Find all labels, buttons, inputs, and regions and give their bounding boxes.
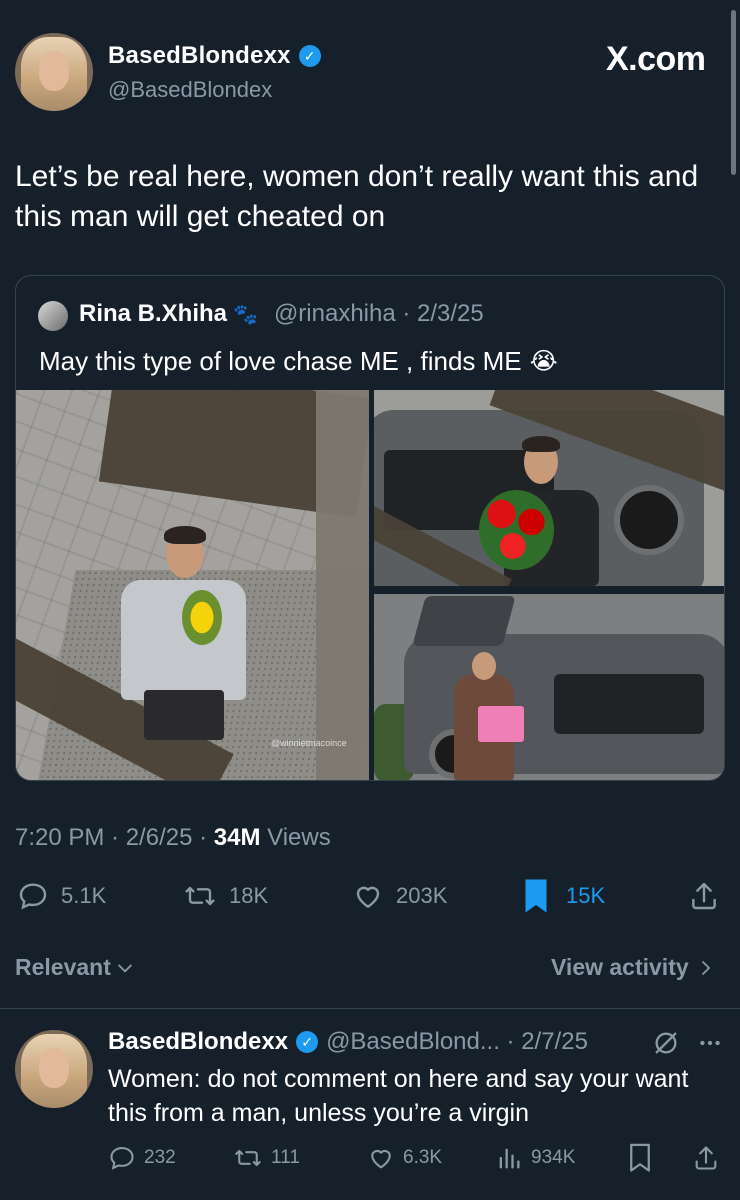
- bookmark-icon: [525, 879, 547, 913]
- reply-count: 5.1K: [61, 883, 107, 908]
- views-icon: [499, 1148, 520, 1169]
- bookmark-button[interactable]: 15K: [522, 878, 605, 914]
- verified-badge-icon: ✓: [298, 45, 321, 67]
- chevron-right-icon: [701, 960, 710, 975]
- reply-button[interactable]: 5.1K: [17, 880, 106, 912]
- reply-views-count: 934K: [531, 1147, 576, 1168]
- view-activity-label: View activity: [551, 954, 689, 980]
- reply-like-count: 6.3K: [403, 1147, 443, 1168]
- crying-emoji: 😭: [529, 348, 558, 375]
- x-logo: X.com: [606, 40, 706, 78]
- share-icon[interactable]: [692, 1144, 720, 1172]
- rose-bouquet: [479, 490, 554, 570]
- sort-dropdown[interactable]: Relevant: [15, 954, 135, 981]
- share-icon: [692, 882, 716, 910]
- reply-like-button[interactable]: 6.3K: [367, 1144, 442, 1172]
- quote-photo-3[interactable]: [374, 594, 724, 780]
- repost-count: 18K: [229, 883, 269, 908]
- sort-label: Relevant: [15, 954, 111, 980]
- repost-icon: [185, 886, 215, 906]
- sunflower-bouquet: [182, 590, 222, 645]
- photo-watermark: @winnietmacoince: [271, 738, 347, 748]
- quote-author-name: Rina B.Xhiha: [79, 300, 228, 327]
- grok-icon[interactable]: [652, 1029, 680, 1057]
- reply-author-name[interactable]: BasedBlondexx: [108, 1028, 288, 1056]
- quote-text: May this type of love chase ME , finds M…: [39, 346, 522, 376]
- share-button[interactable]: [688, 880, 720, 912]
- man-grey-shirt: [121, 580, 246, 700]
- chevron-down-icon: [118, 964, 132, 972]
- bookmark-icon[interactable]: [628, 1143, 652, 1173]
- car-wheel: [614, 485, 684, 555]
- man-head-3: [472, 652, 496, 680]
- like-icon: [356, 886, 380, 908]
- reply-icon: [110, 1147, 134, 1170]
- repost-icon: [235, 1149, 261, 1167]
- tweet-text: Let’s be real here, women don’t really w…: [15, 160, 699, 233]
- reply-handle-date[interactable]: @BasedBlond... · 2/7/25: [326, 1028, 588, 1056]
- quote-author-avatar: [38, 301, 68, 331]
- author-name[interactable]: BasedBlondexx: [108, 42, 291, 70]
- author-handle[interactable]: @BasedBlondex: [108, 77, 272, 103]
- repost-button[interactable]: 18K: [183, 880, 268, 912]
- like-button[interactable]: 203K: [352, 880, 447, 912]
- reply-reply-button[interactable]: 232: [108, 1144, 176, 1172]
- views-count: 34M: [213, 824, 261, 851]
- reply-text: Women: do not comment on here and say yo…: [108, 1065, 689, 1127]
- quoted-tweet[interactable]: Rina B.Xhiha 🐾 @rinaxhiha · 2/3/25 May t…: [15, 275, 725, 781]
- reply-repost-button[interactable]: 111: [233, 1144, 300, 1172]
- reply-repost-count: 111: [271, 1147, 300, 1168]
- paw-emoji: 🐾: [233, 303, 258, 326]
- reply-views-button[interactable]: 934K: [495, 1144, 575, 1172]
- scrollbar[interactable]: [731, 10, 736, 175]
- verified-badge-icon: ✓: [296, 1031, 319, 1053]
- like-icon: [371, 1149, 391, 1169]
- like-count: 203K: [396, 883, 448, 908]
- bookmark-count: 15K: [566, 883, 606, 908]
- tweet-meta: 7:20 PM · 2/6/25 · 34M Views: [15, 824, 331, 852]
- man-hair-2: [522, 436, 560, 452]
- man-hair: [164, 526, 206, 544]
- reply-icon: [19, 883, 47, 910]
- man-trousers: [144, 690, 224, 740]
- reply-reply-count: 232: [144, 1147, 176, 1168]
- car-window-3: [554, 674, 704, 734]
- views-label: Views: [260, 824, 331, 851]
- author-avatar[interactable]: [15, 33, 93, 111]
- reply-author-avatar[interactable]: [15, 1030, 93, 1108]
- tweet-time: 7:20 PM · 2/6/25 ·: [15, 824, 214, 851]
- quote-handle-date: @rinaxhiha · 2/3/25: [273, 300, 484, 327]
- car-trunk-open: [412, 596, 516, 646]
- quote-photo-2[interactable]: [374, 390, 724, 586]
- railing-post: [316, 390, 369, 780]
- avatar-face: [39, 1048, 69, 1088]
- avatar-face: [39, 51, 69, 91]
- pink-gift-box: [478, 706, 524, 742]
- quote-photo-1[interactable]: @winnietmacoince: [16, 390, 369, 780]
- view-activity-link[interactable]: View activity: [551, 954, 715, 981]
- divider: [0, 1008, 740, 1009]
- more-icon[interactable]: [697, 1030, 723, 1056]
